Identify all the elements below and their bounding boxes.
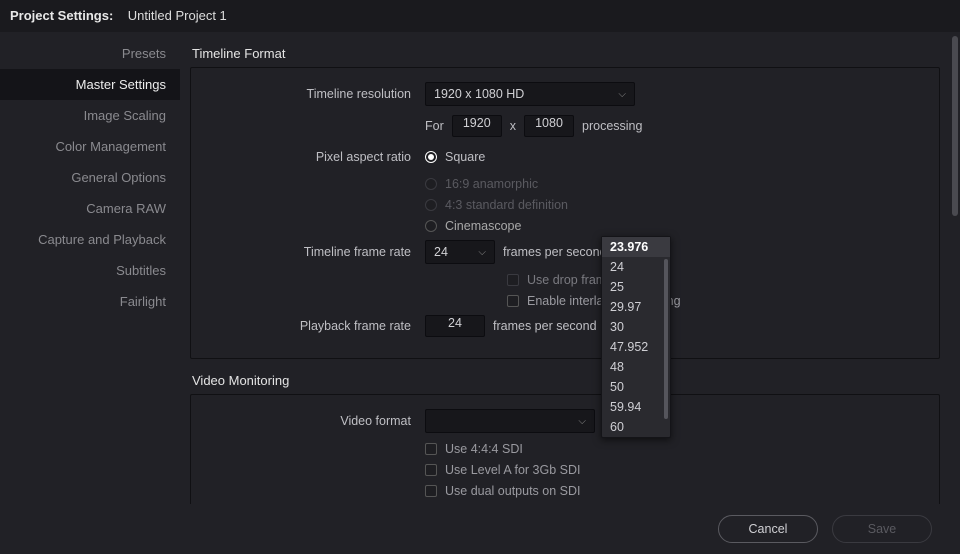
titlebar: Project Settings: Untitled Project 1: [0, 0, 960, 32]
frame-rate-option[interactable]: 59.94: [602, 397, 670, 417]
chevron-down-icon: ⌵: [578, 416, 586, 427]
playback-frame-rate-input[interactable]: 24: [425, 315, 485, 337]
section-title-timeline-format: Timeline Format: [192, 46, 940, 61]
pixel-aspect-169-text: 16:9 anamorphic: [445, 177, 538, 191]
frame-rate-option[interactable]: 29.97: [602, 297, 670, 317]
timeline-frame-rate-select[interactable]: 24 ⌵: [425, 240, 495, 264]
section-title-video-monitoring: Video Monitoring: [192, 373, 940, 388]
use-444-sdi-label: Use 4:4:4 SDI: [445, 442, 523, 456]
use-level-a-checkbox[interactable]: [425, 464, 437, 476]
sidebar-item-general-options[interactable]: General Options: [0, 162, 180, 193]
video-monitoring-panel: Video format ⌵ Use 4:4:4 SDI Use Level A…: [190, 394, 940, 504]
project-settings-window: Project Settings: Untitled Project 1 Pre…: [0, 0, 960, 554]
for-x-label: x: [510, 119, 516, 133]
sidebar-item-color-management[interactable]: Color Management: [0, 131, 180, 162]
drop-frame-checkbox: [507, 274, 519, 286]
video-format-select[interactable]: ⌵: [425, 409, 595, 433]
timeline-frame-rate-suffix: frames per second: [503, 245, 607, 259]
pixel-aspect-square-radio[interactable]: [425, 151, 437, 163]
timeline-frame-rate-value: 24: [434, 245, 448, 259]
sidebar-item-camera-raw[interactable]: Camera RAW: [0, 193, 180, 224]
frame-rate-option[interactable]: 48: [602, 357, 670, 377]
pixel-aspect-43-text: 4:3 standard definition: [445, 198, 568, 212]
playback-frame-rate-label: Playback frame rate: [207, 319, 425, 333]
footer: Cancel Save: [0, 504, 960, 554]
timeline-frame-rate-label: Timeline frame rate: [207, 245, 425, 259]
pixel-aspect-169-radio: [425, 178, 437, 190]
timeline-resolution-select[interactable]: 1920 x 1080 HD ⌵: [425, 82, 635, 106]
frame-rate-option[interactable]: 50: [602, 377, 670, 397]
video-format-label: Video format: [207, 414, 425, 428]
sidebar-item-subtitles[interactable]: Subtitles: [0, 255, 180, 286]
sidebar-item-image-scaling[interactable]: Image Scaling: [0, 100, 180, 131]
cancel-button[interactable]: Cancel: [718, 515, 818, 543]
main-panel: Timeline Format Timeline resolution 1920…: [180, 32, 960, 504]
frame-rate-option[interactable]: 60: [602, 417, 670, 437]
sidebar: Presets Master Settings Image Scaling Co…: [0, 32, 180, 504]
main-scrollbar[interactable]: [952, 36, 958, 216]
for-height-input[interactable]: 1080: [524, 115, 574, 137]
chevron-down-icon: ⌵: [478, 247, 486, 258]
for-label: For: [425, 119, 444, 133]
sidebar-item-capture-playback[interactable]: Capture and Playback: [0, 224, 180, 255]
use-level-a-label: Use Level A for 3Gb SDI: [445, 463, 581, 477]
pixel-aspect-square-text: Square: [445, 150, 485, 164]
pixel-aspect-label: Pixel aspect ratio: [207, 150, 425, 164]
save-button[interactable]: Save: [832, 515, 932, 543]
use-dual-outputs-label: Use dual outputs on SDI: [445, 484, 581, 498]
project-name: Untitled Project 1: [128, 8, 227, 23]
pixel-aspect-43-radio: [425, 199, 437, 211]
frame-rate-option[interactable]: 47.952: [602, 337, 670, 357]
frame-rate-dropdown[interactable]: 23.976 24 25 29.97 30 47.952 48 50 59.94…: [601, 236, 671, 438]
frame-rate-option[interactable]: 23.976: [602, 237, 670, 257]
timeline-resolution-value: 1920 x 1080 HD: [434, 87, 524, 101]
pixel-aspect-cinemascope-text: Cinemascope: [445, 219, 521, 233]
sidebar-item-presets[interactable]: Presets: [0, 38, 180, 69]
use-dual-outputs-checkbox[interactable]: [425, 485, 437, 497]
interlace-checkbox[interactable]: [507, 295, 519, 307]
sidebar-item-fairlight[interactable]: Fairlight: [0, 286, 180, 317]
frame-rate-option[interactable]: 24: [602, 257, 670, 277]
processing-label: processing: [582, 119, 642, 133]
use-444-sdi-checkbox[interactable]: [425, 443, 437, 455]
pixel-aspect-cinemascope-radio[interactable]: [425, 220, 437, 232]
chevron-down-icon: ⌵: [618, 89, 626, 100]
playback-frame-rate-suffix: frames per second: [493, 319, 597, 333]
timeline-resolution-label: Timeline resolution: [207, 87, 425, 101]
title-prefix: Project Settings:: [10, 8, 113, 23]
frame-rate-option[interactable]: 30: [602, 317, 670, 337]
dropdown-scrollbar[interactable]: [664, 259, 668, 419]
for-width-input[interactable]: 1920: [452, 115, 502, 137]
timeline-format-panel: Timeline resolution 1920 x 1080 HD ⌵ For…: [190, 67, 940, 359]
sidebar-item-master-settings[interactable]: Master Settings: [0, 69, 180, 100]
frame-rate-option[interactable]: 25: [602, 277, 670, 297]
